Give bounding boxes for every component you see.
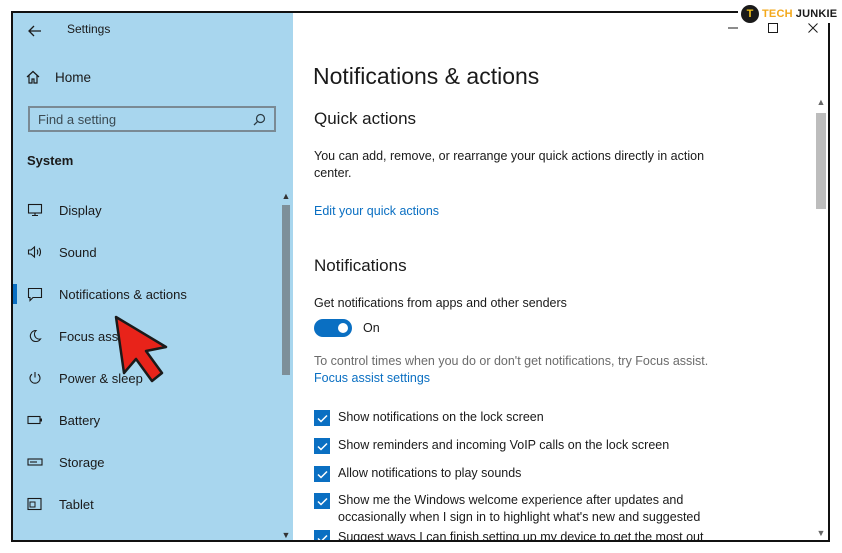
settings-window: Settings Home System Display Sound Notif… bbox=[11, 11, 830, 542]
notifications-toggle[interactable] bbox=[314, 319, 352, 337]
checkbox-lock-screen[interactable]: Show notifications on the lock screen bbox=[314, 409, 704, 426]
checkbox-label: Show notifications on the lock screen bbox=[338, 410, 544, 424]
edit-quick-actions-link[interactable]: Edit your quick actions bbox=[314, 204, 439, 218]
minimize-button[interactable] bbox=[726, 21, 740, 35]
checkmark-icon bbox=[316, 414, 328, 423]
sidebar-item-display[interactable]: Display bbox=[13, 189, 279, 231]
checkbox-suggest-setup[interactable]: Suggest ways I can finish setting up my … bbox=[314, 529, 704, 542]
techjunkie-logo: T TECH JUNKIE bbox=[738, 5, 841, 23]
checkmark-icon bbox=[316, 534, 328, 540]
back-arrow-icon bbox=[28, 25, 41, 37]
logo-text-tech: TECH bbox=[762, 8, 793, 20]
checkbox-label: Show reminders and incoming VoIP calls o… bbox=[338, 438, 670, 452]
sidebar-item-storage[interactable]: Storage bbox=[13, 441, 279, 483]
checkbox-label: Show me the Windows welcome experience a… bbox=[338, 493, 701, 524]
sidebar: Settings Home System Display Sound Notif… bbox=[13, 13, 293, 540]
sidebar-item-label: Display bbox=[59, 202, 102, 218]
scroll-up-icon[interactable]: ▲ bbox=[814, 97, 828, 109]
heading-notifications: Notifications bbox=[314, 256, 407, 275]
message-icon bbox=[27, 286, 43, 302]
focus-assist-hint: To control times when you do or don't ge… bbox=[314, 354, 709, 368]
quick-actions-description: You can add, remove, or rearrange your q… bbox=[314, 149, 705, 180]
checkmark-icon bbox=[316, 497, 328, 506]
logo-text-junkie: JUNKIE bbox=[795, 8, 838, 20]
sidebar-scroll-thumb[interactable] bbox=[282, 205, 290, 375]
sidebar-item-notifications[interactable]: Notifications & actions bbox=[13, 273, 279, 315]
minimize-icon bbox=[728, 27, 738, 29]
sidebar-item-battery[interactable]: Battery bbox=[13, 399, 279, 441]
sidebar-item-sound[interactable]: Sound bbox=[13, 231, 279, 273]
sidebar-scrollbar[interactable]: ▲ ▼ bbox=[279, 189, 293, 540]
sidebar-item-label: Notifications & actions bbox=[59, 286, 187, 302]
notifications-toggle-caption: Get notifications from apps and other se… bbox=[314, 296, 567, 310]
home-label: Home bbox=[55, 69, 92, 85]
heading-quick-actions: Quick actions bbox=[314, 109, 417, 128]
maximize-button[interactable] bbox=[766, 21, 780, 35]
sidebar-item-label: Sound bbox=[59, 244, 97, 260]
checkbox[interactable] bbox=[314, 466, 330, 482]
search-input[interactable] bbox=[38, 111, 238, 127]
sidebar-item-tablet[interactable]: Tablet bbox=[13, 483, 279, 525]
scroll-down-icon[interactable]: ▼ bbox=[814, 528, 828, 540]
checkmark-icon bbox=[316, 442, 328, 451]
monitor-icon bbox=[27, 202, 43, 218]
scroll-up-icon[interactable]: ▲ bbox=[279, 191, 293, 203]
checkbox-welcome-experience[interactable]: Show me the Windows welcome experience a… bbox=[314, 492, 704, 526]
battery-icon bbox=[27, 412, 43, 428]
moon-icon bbox=[27, 328, 43, 344]
search-box[interactable] bbox=[28, 106, 276, 132]
app-title: Settings bbox=[67, 22, 111, 36]
checkbox-label: Suggest ways I can finish setting up my … bbox=[338, 530, 704, 542]
checkbox-label: Allow notifications to play sounds bbox=[338, 466, 522, 480]
main-scroll-thumb[interactable] bbox=[816, 113, 826, 209]
logo-badge: T bbox=[741, 5, 759, 23]
toggle-knob bbox=[338, 323, 348, 333]
storage-icon bbox=[27, 454, 43, 470]
checkbox[interactable] bbox=[314, 493, 330, 509]
checkbox-play-sounds[interactable]: Allow notifications to play sounds bbox=[314, 465, 704, 482]
power-icon bbox=[27, 370, 43, 386]
sidebar-item-label: Tablet bbox=[59, 496, 94, 512]
window-controls bbox=[726, 21, 820, 35]
focus-assist-settings-link[interactable]: Focus assist settings bbox=[314, 371, 430, 385]
maximize-icon bbox=[768, 23, 778, 33]
checkmark-icon bbox=[316, 470, 328, 479]
section-label-system: System bbox=[27, 153, 74, 168]
sidebar-item-label: Battery bbox=[59, 412, 101, 428]
back-button[interactable] bbox=[25, 21, 45, 41]
tablet-icon bbox=[27, 496, 43, 512]
home-icon bbox=[26, 70, 40, 84]
main-scrollbar[interactable]: ▲ ▼ bbox=[814, 97, 828, 540]
checkbox-reminders-voip[interactable]: Show reminders and incoming VoIP calls o… bbox=[314, 437, 704, 454]
sidebar-item-label: Storage bbox=[59, 454, 105, 470]
speaker-icon bbox=[27, 244, 43, 260]
scroll-down-icon[interactable]: ▼ bbox=[279, 530, 293, 540]
checkbox[interactable] bbox=[314, 410, 330, 426]
toggle-state-label: On bbox=[363, 321, 380, 335]
main-content: Notifications & actions Quick actions Yo… bbox=[293, 13, 828, 540]
home-link[interactable]: Home bbox=[25, 69, 91, 85]
page-title: Notifications & actions bbox=[313, 63, 540, 89]
annotation-arrow-icon bbox=[114, 315, 168, 383]
search-icon[interactable] bbox=[253, 113, 266, 126]
close-icon bbox=[808, 23, 818, 33]
checkbox[interactable] bbox=[314, 530, 330, 540]
checkbox[interactable] bbox=[314, 438, 330, 454]
close-button[interactable] bbox=[806, 21, 820, 35]
